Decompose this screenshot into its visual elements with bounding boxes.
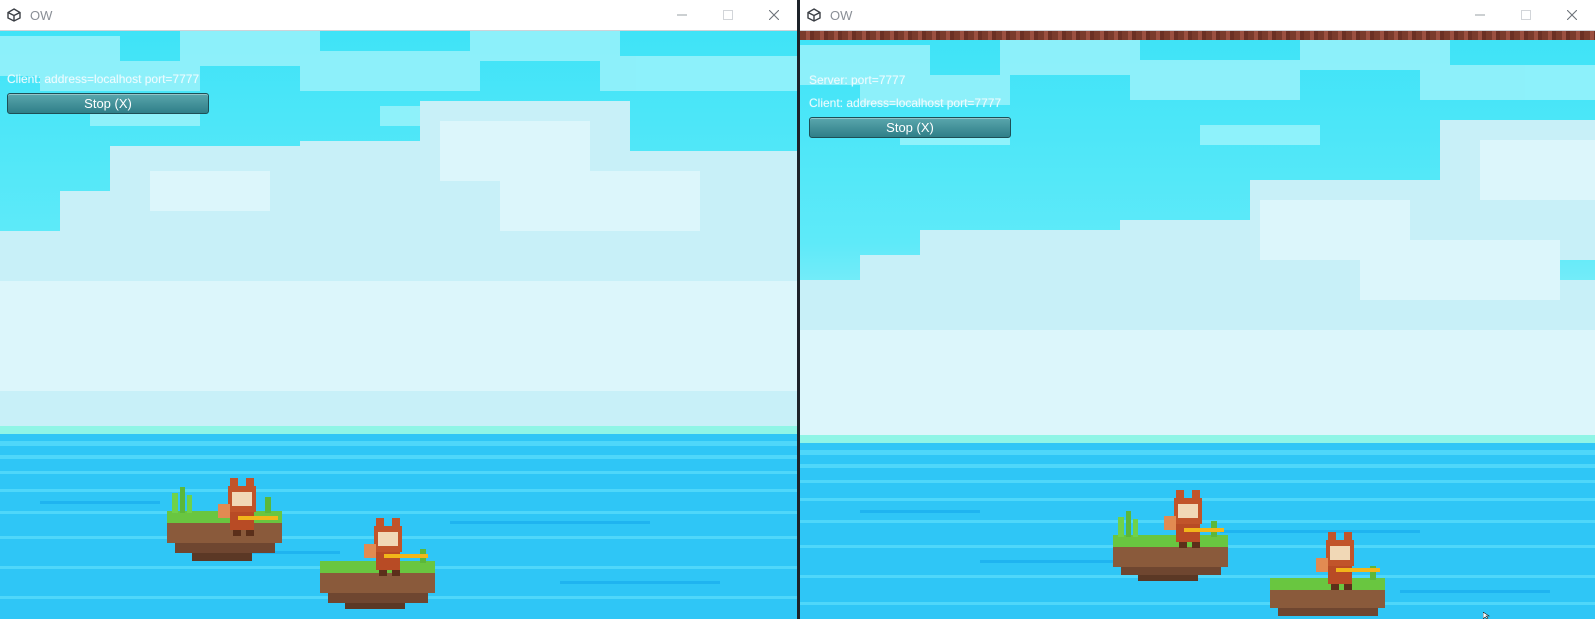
player-sprites bbox=[167, 478, 435, 609]
maximize-icon[interactable] bbox=[1503, 0, 1549, 30]
window-title: OW bbox=[30, 7, 53, 23]
floating-island bbox=[1270, 566, 1385, 616]
server-status-text: Server: port=7777 bbox=[809, 73, 906, 87]
minimize-icon[interactable] bbox=[1457, 0, 1503, 30]
stop-button[interactable]: Stop (X) bbox=[809, 117, 1011, 138]
close-icon[interactable] bbox=[751, 0, 797, 30]
unity-logo-icon bbox=[6, 7, 22, 23]
game-viewport[interactable]: Client: address=localhost port=7777 Stop… bbox=[0, 31, 797, 619]
client-status-text: Client: address=localhost port=7777 bbox=[7, 72, 200, 86]
game-viewport[interactable]: Server: port=7777 Client: address=localh… bbox=[800, 40, 1595, 619]
stop-button[interactable]: Stop (X) bbox=[7, 93, 209, 114]
title-bar[interactable]: OW bbox=[0, 0, 797, 31]
game-window-client[interactable]: OW Client: address=localhost port=7777 S… bbox=[0, 0, 797, 619]
mouse-cursor-icon bbox=[1483, 612, 1490, 619]
window-title: OW bbox=[830, 7, 853, 23]
minimize-icon[interactable] bbox=[659, 0, 705, 30]
client-status-text: Client: address=localhost port=7777 bbox=[809, 96, 1002, 110]
brick-border bbox=[800, 31, 1595, 40]
game-window-host[interactable]: OW Server: port=7777 Client: address=loc… bbox=[800, 0, 1595, 619]
close-icon[interactable] bbox=[1549, 0, 1595, 30]
floating-island bbox=[167, 487, 282, 561]
unity-logo-icon bbox=[806, 7, 822, 23]
maximize-icon[interactable] bbox=[705, 0, 751, 30]
title-bar[interactable]: OW bbox=[800, 0, 1595, 31]
